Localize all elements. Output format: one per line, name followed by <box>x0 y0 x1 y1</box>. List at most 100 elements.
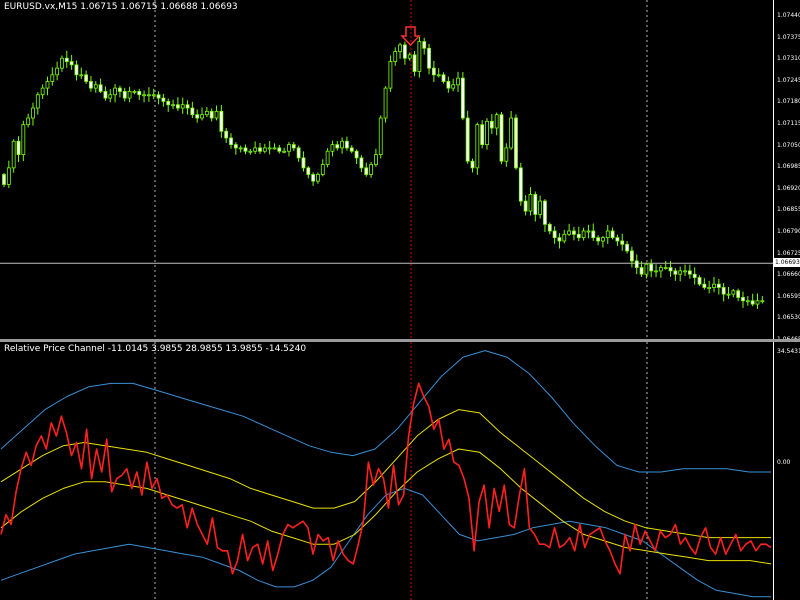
candle <box>354 149 359 164</box>
price-tick-label: 1.07375 <box>777 33 800 41</box>
bull-candle-body <box>132 91 137 93</box>
bull-candle-body <box>504 147 509 162</box>
candle <box>277 144 282 154</box>
lower-outer-band <box>0 487 771 598</box>
candle <box>562 229 567 244</box>
bull-candle-body <box>417 41 422 72</box>
price-tick-label: 1.06790 <box>777 228 800 235</box>
candle <box>567 223 572 236</box>
price-tick-label: 1.07180 <box>777 98 800 106</box>
bear-candle-body <box>89 81 93 89</box>
candle <box>40 84 45 100</box>
bear-candle-body <box>441 74 446 82</box>
candle <box>282 147 287 154</box>
price-tick-label: 1.06530 <box>777 314 800 322</box>
bull-candle-body <box>712 283 716 288</box>
bear-candle-body <box>480 124 485 145</box>
bull-candle-body <box>35 94 40 109</box>
bull-candle-body <box>325 150 330 165</box>
candle <box>26 113 31 128</box>
bear-candle-body <box>156 94 161 99</box>
indicator-pane[interactable]: Relative Price Channel -11.0145 3.9855 2… <box>0 342 773 600</box>
bull-candle-body <box>538 200 543 215</box>
indicator-title: Relative Price Channel -11.0145 3.9855 2… <box>4 344 307 354</box>
candle <box>262 143 267 154</box>
candle <box>441 72 446 84</box>
bull-candle-body <box>31 107 35 119</box>
price-tick-label: 1.07440 <box>777 12 800 19</box>
bear-candle-body <box>137 91 142 96</box>
candle <box>200 107 204 121</box>
candle <box>171 99 175 110</box>
bull-candle-body <box>605 230 610 239</box>
candle <box>601 235 605 248</box>
bear-candle-body <box>446 81 451 89</box>
bear-candle-body <box>277 147 282 152</box>
candle <box>31 102 35 126</box>
candle <box>238 145 243 153</box>
bear-candle-body <box>229 137 233 145</box>
candle <box>146 87 151 102</box>
bull-candle-body <box>340 140 345 149</box>
candle <box>465 110 470 164</box>
candle <box>446 76 451 93</box>
bear-candle-body <box>219 110 224 132</box>
bear-candle-body <box>427 47 431 69</box>
candle <box>267 141 272 155</box>
candle <box>547 222 552 235</box>
bear-candle-body <box>190 107 195 116</box>
candle <box>248 148 253 155</box>
candle <box>335 140 340 151</box>
bull-candle-body <box>146 94 151 97</box>
candle <box>494 112 499 136</box>
candle <box>272 143 277 150</box>
bear-candle-body <box>74 64 79 76</box>
bear-candle-body <box>514 117 518 169</box>
candle <box>731 289 736 298</box>
candle <box>678 266 683 282</box>
bear-candle-body <box>518 167 523 202</box>
bull-candle-body <box>11 140 16 169</box>
candle <box>586 224 591 239</box>
bear-candle-body <box>161 97 166 102</box>
candle <box>610 227 615 240</box>
bear-candle-body <box>335 144 340 149</box>
candle <box>712 276 716 293</box>
candle <box>538 195 543 219</box>
bear-candle-body <box>721 287 726 295</box>
bear-candle-body <box>306 167 311 175</box>
bear-candle-body <box>354 150 359 159</box>
bull-candle-body <box>407 54 412 59</box>
price-axis[interactable]: 1.07440 1.07375 1.07310 1.07245 1.07180 1.071… <box>773 0 800 343</box>
candle <box>576 226 581 242</box>
price-tick-label: 1.07115 <box>777 120 800 127</box>
indicator-axis[interactable]: 34.5431 0.00 <box>773 342 800 600</box>
bear-candle-body <box>431 67 436 76</box>
bull-candle-body <box>21 124 26 155</box>
candle <box>741 291 745 308</box>
candle <box>161 93 166 107</box>
candle <box>142 90 146 103</box>
candle <box>233 142 238 155</box>
bear-candle-body <box>2 174 6 185</box>
candle <box>514 114 518 170</box>
bear-candle-body <box>69 61 74 66</box>
bear-candle-body <box>243 147 248 152</box>
candle <box>692 267 697 285</box>
bear-candle-body <box>499 114 504 162</box>
price-tick-label: 1.06725 <box>777 249 800 257</box>
candle <box>489 114 494 134</box>
candle <box>557 233 562 249</box>
bear-candle-body <box>620 240 625 245</box>
bear-candle-body <box>673 270 678 275</box>
bull-candle-body <box>320 164 325 175</box>
candle <box>625 241 629 254</box>
bear-candle-body <box>291 144 296 149</box>
candle <box>383 86 388 123</box>
price-chart-pane[interactable]: EURUSD.vx,M15 1.06715 1.06715 1.06688 1.… <box>0 0 773 339</box>
bull-candle-body <box>316 174 320 182</box>
candle <box>364 162 369 177</box>
candle <box>118 85 122 98</box>
candle <box>345 136 349 151</box>
bull-candle-body <box>272 147 277 150</box>
